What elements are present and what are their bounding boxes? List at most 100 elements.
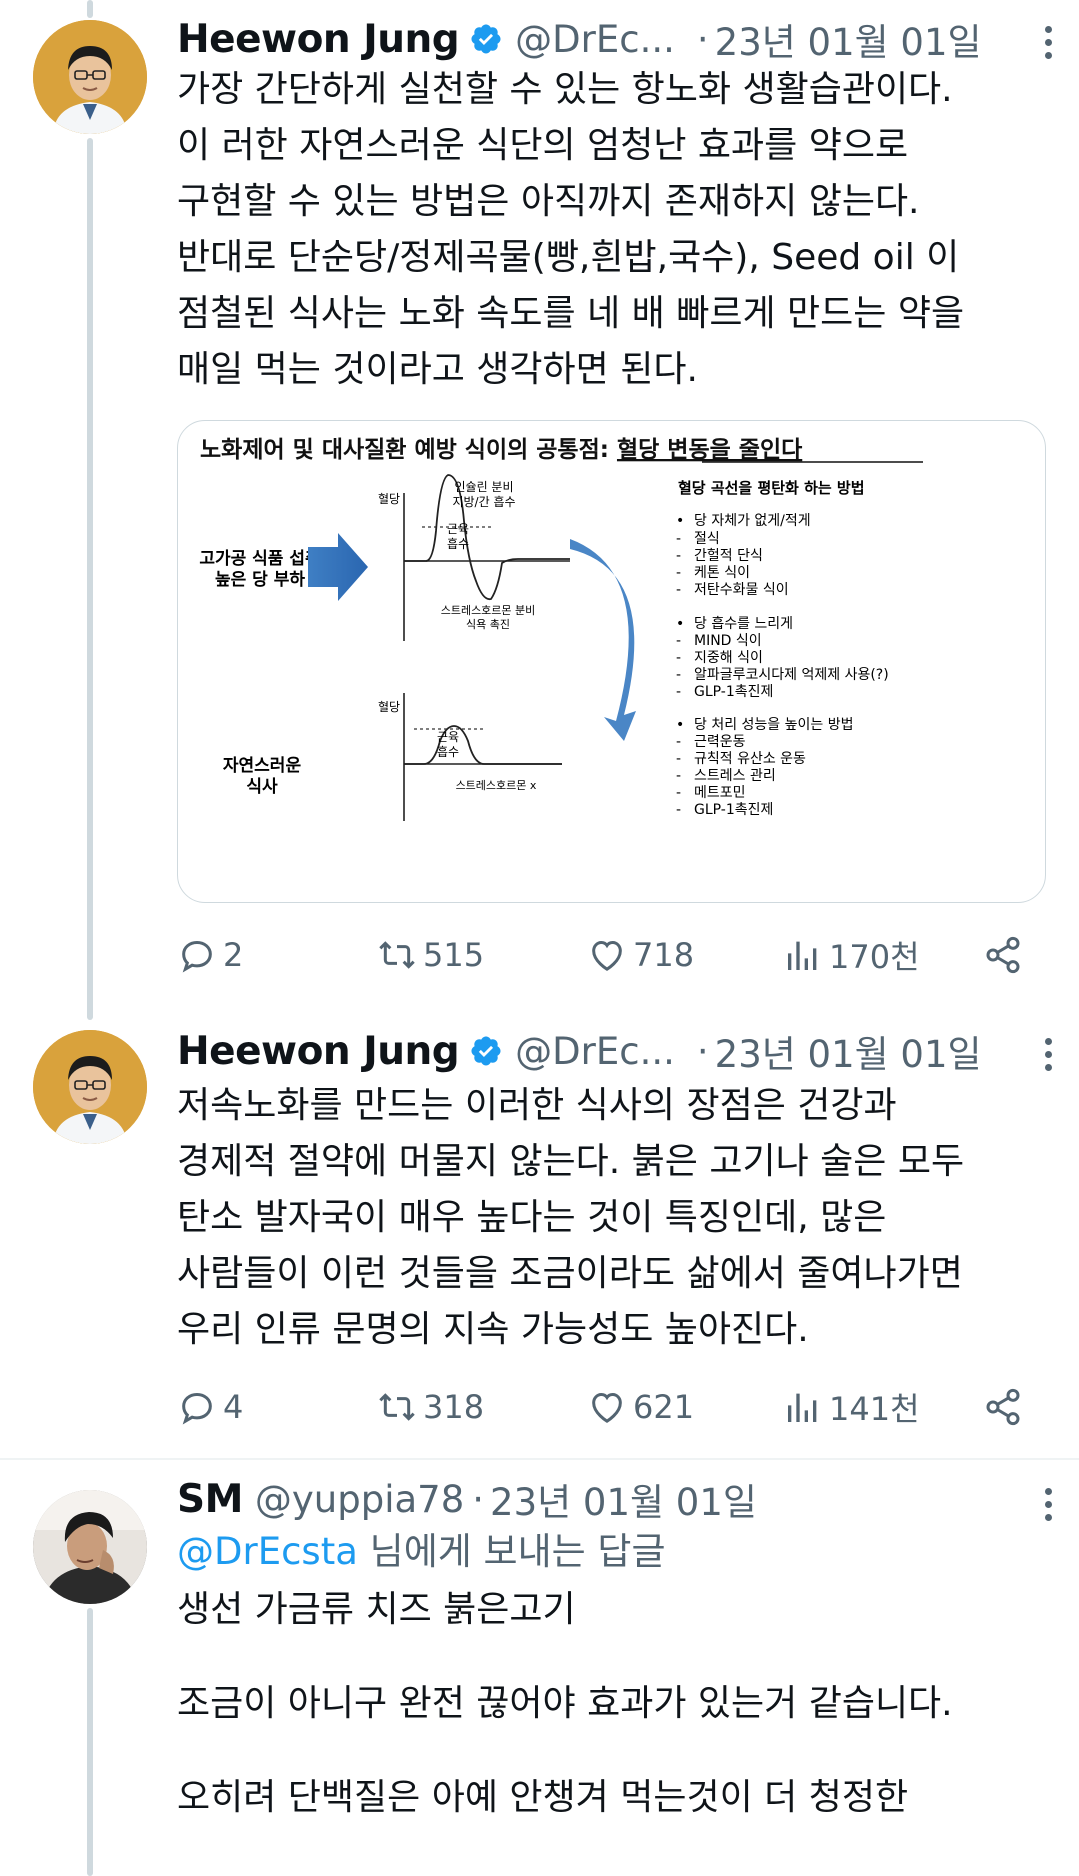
timestamp[interactable]: 23년 01월 01일: [715, 12, 982, 66]
figure-title: 노화제어 및 대사질환 예방 식이의 공통점:: [200, 437, 617, 463]
verified-badge-icon: [471, 1036, 501, 1066]
like-count: 718: [633, 936, 695, 974]
right-arrow-icon: [308, 533, 368, 601]
tweet-text: 저속노화를 만드는 이러한 식사의 장점은 건강과 경제적 절약에 머물지 않는…: [177, 1078, 1059, 1358]
handle[interactable]: @yuppia78: [255, 1478, 464, 1521]
timestamp[interactable]: 23년 01월 01일: [490, 1472, 757, 1526]
method-item: 절식: [694, 531, 720, 547]
list-bullet: •: [676, 616, 684, 632]
list-dash: -: [676, 582, 681, 598]
list-dash: -: [676, 531, 681, 547]
retweet-button[interactable]: 515: [377, 935, 484, 975]
display-name[interactable]: Heewon Jung: [177, 17, 460, 62]
list-dash: -: [676, 684, 681, 700]
like-count: 621: [633, 1388, 695, 1426]
tweet[interactable]: Heewon Jung @DrEc... · 23년 01월 01일 가장 간단…: [0, 0, 1079, 1000]
high-load-label-2: 높은 당 부하: [215, 570, 305, 590]
view-count: 170천: [829, 938, 920, 976]
handle[interactable]: @DrEc...: [515, 18, 675, 61]
insulin-label: 인슐린 분비: [454, 480, 513, 494]
tweet-text: 생선 가금류 치즈 붉은고기 조금이 아니구 완전 끊어야 효과가 있는거 같습…: [177, 1589, 1059, 1826]
method-item: GLP-1촉진제: [694, 802, 773, 818]
curved-arrow-icon: [570, 539, 636, 741]
text-line: 점철된 식사는 노화 속도를 네 배 빠르게 만드는 약을: [177, 293, 965, 334]
method-item: 저탄수화물 식이: [694, 582, 789, 598]
reply-icon: [182, 1392, 212, 1425]
muscle-uptake-label: 근육: [437, 730, 459, 744]
method-item: 간헐적 단식: [694, 548, 763, 564]
list-dash: -: [676, 633, 681, 649]
avatar[interactable]: [33, 1490, 147, 1604]
method-group-head: 당 자체가 없게/적게: [694, 513, 811, 529]
like-button[interactable]: 621: [587, 1387, 694, 1427]
text-line: 가장 간단하게 실천할 수 있는 항노화 생활습관이다.: [177, 69, 953, 110]
replying-to-label: 님에게 보내는 답글: [357, 1530, 666, 1573]
muscle-uptake-label: 근육: [447, 522, 469, 536]
retweet-icon: [379, 1393, 415, 1421]
method-item: 메트포민: [694, 785, 746, 801]
tweet[interactable]: SM @yuppia78 · 23년 01월 01일 @DrEcsta 님에게 …: [0, 1462, 1079, 1876]
list-dash: -: [676, 802, 681, 818]
share-button[interactable]: [983, 935, 1023, 975]
method-item: GLP-1촉진제: [694, 684, 773, 700]
more-options-icon[interactable]: [1045, 1488, 1053, 1527]
display-name[interactable]: SM: [177, 1477, 243, 1522]
list-dash: -: [676, 751, 681, 767]
analytics-icon: [788, 1393, 817, 1422]
text-line: 구현할 수 있는 방법은 아직까지 존재하지 않는다.: [177, 181, 920, 222]
more-options-icon[interactable]: [1045, 1038, 1053, 1077]
method-item: MIND 식이: [694, 633, 762, 649]
stress-hormone-label-2: 식욕 촉진: [466, 618, 510, 631]
like-button[interactable]: 718: [587, 935, 694, 975]
tweet[interactable]: Heewon Jung @DrEc... · 23년 01월 01일 저속노화를…: [0, 1012, 1079, 1452]
tweet-header: Heewon Jung @DrEc... · 23년 01월 01일: [177, 12, 1059, 66]
method-group-head: 당 흡수를 느리게: [694, 616, 793, 632]
list-dash: -: [676, 734, 681, 750]
text-line: 탄소 발자국이 매우 높다는 것이 특징인데, 많은: [177, 1197, 887, 1238]
retweet-icon: [379, 941, 415, 969]
method-item: 규칙적 유산소 운동: [694, 751, 806, 767]
reply-icon: [182, 940, 212, 973]
replying-to: @DrEcsta 님에게 보내는 답글: [177, 1524, 666, 1580]
verified-badge-icon: [471, 24, 501, 54]
share-icon: [986, 1388, 1020, 1426]
handle[interactable]: @DrEc...: [515, 1030, 675, 1073]
view-count: 141천: [829, 1390, 920, 1428]
muscle-uptake-label-2: 흡수: [447, 537, 469, 551]
tweet-divider: [0, 1458, 1079, 1460]
avatar[interactable]: [33, 1030, 147, 1144]
text-line: 반대로 단순당/정제곡물(빵,흰밥,국수), Seed oil 이: [177, 237, 960, 278]
reply-button[interactable]: 4: [177, 1387, 243, 1427]
methods-title: 혈당 곡선을 평탄화 하는 방법: [678, 479, 865, 497]
insulin-label-2: 지방/간 흡수: [452, 495, 515, 509]
views-button[interactable]: 170천: [783, 932, 920, 978]
reply-count: 4: [223, 1388, 244, 1426]
text-line: 이 러한 자연스러운 식단의 엄청난 효과를 약으로: [177, 125, 909, 166]
method-item: 지중해 식이: [694, 650, 763, 666]
more-options-icon[interactable]: [1045, 26, 1053, 65]
method-item: 근력운동: [694, 734, 746, 750]
analytics-icon: [788, 941, 817, 970]
svg-text:노화제어 및 대사질환 예방 식이의 공통점: 혈당 변동을: 노화제어 및 대사질환 예방 식이의 공통점: 혈당 변동을 줄인다: [200, 437, 802, 463]
mention-link[interactable]: @DrEcsta: [177, 1530, 358, 1573]
timestamp[interactable]: 23년 01월 01일: [715, 1024, 982, 1078]
text-line: 경제적 절약에 머물지 않는다. 붉은 고기나 술은 모두: [177, 1141, 965, 1182]
tweet-actions: 4 318 621 141천: [177, 1382, 1037, 1432]
avatar[interactable]: [33, 20, 147, 134]
list-dash: -: [676, 785, 681, 801]
views-button[interactable]: 141천: [783, 1384, 920, 1430]
display-name[interactable]: Heewon Jung: [177, 1029, 460, 1074]
stress-hormone-label: 스트레스호르몬 분비: [441, 604, 536, 617]
text-line: 오히려 단백질은 아예 안챙겨 먹는것이 더 청정한: [177, 1777, 909, 1818]
text-line: 우리 인류 문명의 지속 가능성도 높아진다.: [177, 1309, 809, 1350]
method-item: 알파글루코시다제 억제제 사용(?): [694, 667, 889, 683]
heart-icon: [592, 1392, 622, 1423]
reply-button[interactable]: 2: [177, 935, 243, 975]
text-line: 생선 가금류 치즈 붉은고기: [177, 1589, 576, 1630]
retweet-button[interactable]: 318: [377, 1387, 484, 1427]
text-line: 조금이 아니구 완전 끊어야 효과가 있는거 같습니다.: [177, 1683, 953, 1724]
share-button[interactable]: [983, 1387, 1023, 1427]
tweet-image[interactable]: 노화제어 및 대사질환 예방 식이의 공통점: 혈당 변동을 줄인다 고가공 식…: [177, 420, 1046, 903]
method-item: 케톤 식이: [694, 565, 750, 581]
muscle-uptake-label-2: 흡수: [437, 745, 459, 759]
